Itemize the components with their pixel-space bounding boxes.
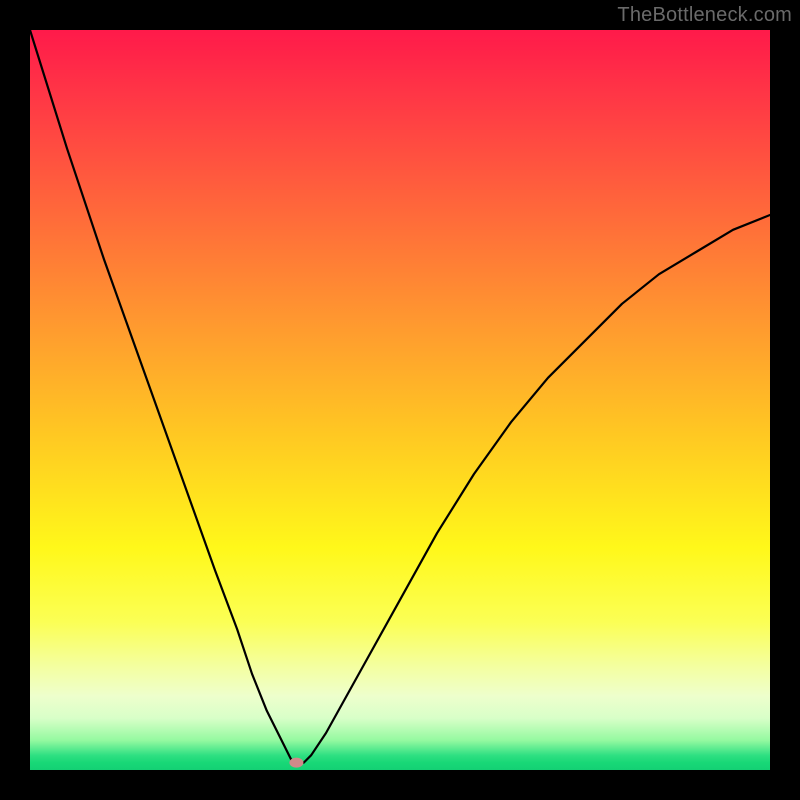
chart-frame: TheBottleneck.com	[0, 0, 800, 800]
background-gradient	[30, 30, 770, 770]
plot-area	[30, 30, 770, 770]
watermark-text: TheBottleneck.com	[617, 4, 792, 27]
